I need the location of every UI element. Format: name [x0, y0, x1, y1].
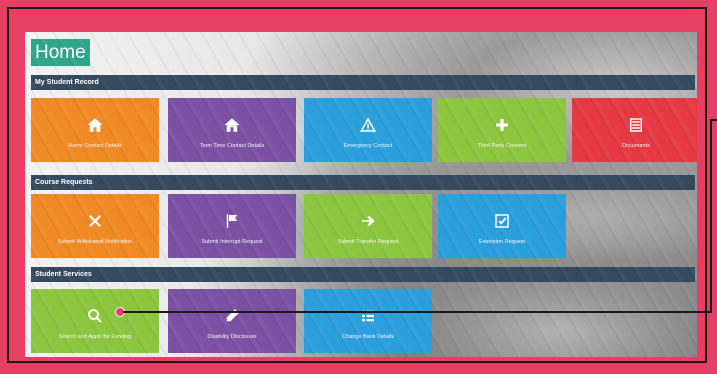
page-title: Home: [31, 39, 90, 66]
list-icon: [362, 310, 374, 321]
tile-submit-interrupt-request[interactable]: Submit Interrupt Request: [168, 194, 296, 258]
plus-icon: [496, 118, 508, 131]
tile-disability-disclosure[interactable]: Disability Disclosure: [168, 289, 296, 353]
home-icon: [87, 117, 103, 132]
warning-icon: [359, 116, 377, 132]
tile-third-party-consent[interactable]: Third Party Consent: [438, 98, 566, 162]
x-icon: [89, 214, 101, 227]
tile-extension-request[interactable]: Extension Request: [438, 194, 566, 258]
callout-line: [123, 311, 712, 313]
tile-emergency-contact[interactable]: Emergency Contact: [304, 98, 432, 162]
home-icon: [224, 117, 240, 132]
callout-vertical-line: [710, 119, 712, 313]
tile-label: Extension Request: [478, 238, 526, 245]
tile-submit-withdrawal-notification[interactable]: Submit Withdrawal Notification: [31, 194, 159, 258]
tile-label: Term Time Contact Details: [199, 142, 265, 149]
tile-label: Search and Apply for Funding: [58, 333, 132, 340]
tile-search-and-apply-for-funding[interactable]: Search and Apply for Funding: [31, 289, 159, 353]
document-icon: [630, 117, 642, 132]
pencil-icon: [226, 308, 239, 321]
tile-documents[interactable]: Documents: [572, 98, 697, 162]
tile-label: Home Contact Details: [68, 142, 122, 149]
callout-tick: [710, 119, 717, 121]
tile-label: Disability Disclosure: [207, 333, 257, 340]
flag-icon: [226, 213, 238, 228]
tile-term-time-contact-details[interactable]: Term Time Contact Details: [168, 98, 296, 162]
student-portal-screen: Home My Student Record Home Contact Deta…: [25, 32, 697, 357]
tile-label: Submit Interrupt Request: [201, 238, 263, 245]
section-header-student-services: Student Services: [31, 267, 695, 282]
arrow-right-icon: [362, 215, 375, 226]
tile-label: Documents: [622, 142, 650, 149]
tile-label: Third Party Consent: [477, 142, 527, 149]
tile-label: Change Bank Details: [342, 333, 394, 340]
tile-home-contact-details[interactable]: Home Contact Details: [31, 98, 159, 162]
tile-submit-transfer-request[interactable]: Submit Transfer Request: [304, 194, 432, 258]
check-icon: [495, 213, 509, 228]
tile-change-bank-details[interactable]: Change Bank Details: [304, 289, 432, 353]
section-header-course-requests: Course Requests: [31, 175, 695, 190]
tile-label: Submit Transfer Request: [337, 238, 399, 245]
tile-label: Submit Withdrawal Notification: [57, 238, 133, 245]
tile-label: Emergency Contact: [343, 142, 393, 149]
section-header-my-student-record: My Student Record: [31, 75, 695, 90]
search-icon: [88, 308, 102, 323]
